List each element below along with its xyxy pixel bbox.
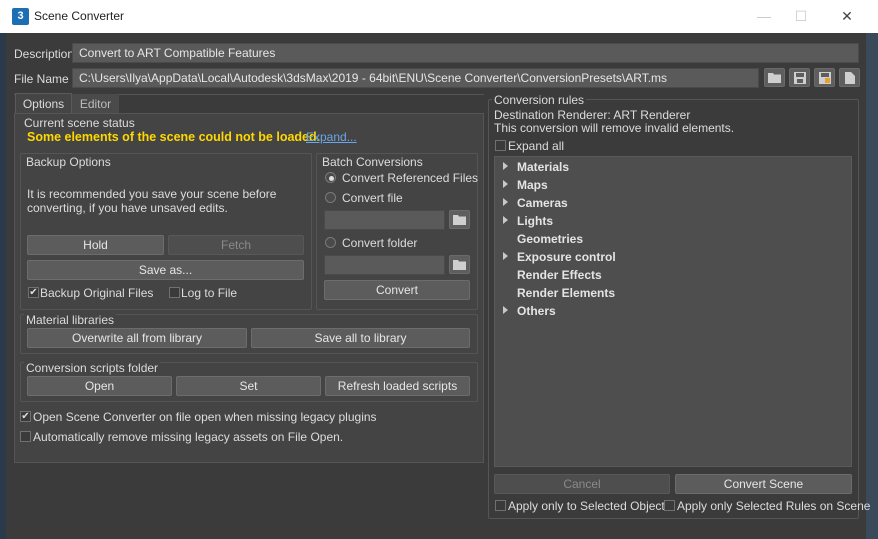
expand-link[interactable]: Expand... xyxy=(306,130,357,144)
material-libraries-label: Material libraries xyxy=(24,313,117,327)
backup-options-label: Backup Options xyxy=(24,155,113,169)
hold-button[interactable]: Hold xyxy=(27,235,164,255)
new-file-icon[interactable] xyxy=(839,68,860,87)
save-all-library-button[interactable]: Save all to library xyxy=(251,328,470,348)
backup-original-checkbox[interactable]: ✔ xyxy=(28,287,39,298)
expand-all-checkbox[interactable] xyxy=(495,140,506,151)
auto-remove-checkbox[interactable] xyxy=(20,431,31,442)
window-title: Scene Converter xyxy=(34,9,125,23)
file-name-field[interactable]: C:\Users\Ilya\AppData\Local\Autodesk\3ds… xyxy=(72,68,759,88)
expand-arrow-icon[interactable] xyxy=(503,216,508,224)
apply-selected-objects-label: Apply only to Selected Objects xyxy=(508,499,671,513)
rule-item-render-elements[interactable]: Render Elements xyxy=(517,286,615,300)
rule-item-render-effects[interactable]: Render Effects xyxy=(517,268,602,282)
convert-button[interactable]: Convert xyxy=(324,280,470,300)
browse-file-folder-icon[interactable] xyxy=(449,210,470,229)
save-as-icon[interactable] xyxy=(814,68,835,87)
tab-options[interactable]: Options xyxy=(15,93,72,113)
auto-remove-label: Automatically remove missing legacy asse… xyxy=(33,430,344,444)
save-as-button[interactable]: Save as... xyxy=(27,260,304,280)
apply-selected-objects-checkbox[interactable] xyxy=(495,500,506,511)
convert-folder-label: Convert folder xyxy=(342,236,418,250)
convert-referenced-label: Convert Referenced Files xyxy=(342,171,479,185)
open-on-missing-checkbox[interactable]: ✔ xyxy=(20,411,31,422)
expand-arrow-icon[interactable] xyxy=(503,162,508,170)
expand-arrow-icon[interactable] xyxy=(503,180,508,188)
convert-scene-button[interactable]: Convert Scene xyxy=(675,474,852,494)
backup-note-line1: It is recommended you save your scene be… xyxy=(27,187,277,201)
refresh-scripts-button[interactable]: Refresh loaded scripts xyxy=(325,376,470,396)
expand-arrow-icon[interactable] xyxy=(503,198,508,206)
description-label: Description xyxy=(14,47,75,61)
log-to-file-checkbox[interactable] xyxy=(169,287,180,298)
browse-folder-icon[interactable] xyxy=(449,255,470,274)
rule-item-exposure-control[interactable]: Exposure control xyxy=(517,250,616,264)
convert-folder-radio[interactable] xyxy=(325,237,336,248)
rule-item-materials[interactable]: Materials xyxy=(517,160,569,174)
set-scripts-button[interactable]: Set xyxy=(176,376,321,396)
fetch-button[interactable]: Fetch xyxy=(168,235,304,255)
convert-file-path-input[interactable] xyxy=(324,210,445,230)
backup-note-line2: converting, if you have unsaved edits. xyxy=(27,201,228,215)
rule-item-cameras[interactable]: Cameras xyxy=(517,196,568,210)
scene-status-label: Current scene status xyxy=(24,116,135,130)
open-on-missing-label: Open Scene Converter on file open when m… xyxy=(33,410,377,424)
description-field[interactable]: Convert to ART Compatible Features xyxy=(72,43,859,63)
backup-original-label: Backup Original Files xyxy=(40,286,154,300)
close-icon[interactable]: ✕ xyxy=(824,0,870,33)
scene-status-message: Some elements of the scene could not be … xyxy=(27,130,321,144)
expand-arrow-icon[interactable] xyxy=(503,252,508,260)
maximize-icon[interactable]: ☐ xyxy=(778,0,824,33)
convert-file-radio[interactable] xyxy=(325,192,336,203)
save-icon[interactable] xyxy=(789,68,810,87)
destination-renderer: Destination Renderer: ART Renderer xyxy=(494,108,691,122)
background-window-edge xyxy=(866,33,878,539)
rule-item-geometries[interactable]: Geometries xyxy=(517,232,583,246)
app-logo-icon: 3 xyxy=(12,8,29,25)
convert-referenced-radio[interactable] xyxy=(325,172,336,183)
open-folder-icon[interactable] xyxy=(764,68,785,87)
apply-selected-rules-checkbox[interactable] xyxy=(664,500,675,511)
cancel-button[interactable]: Cancel xyxy=(494,474,670,494)
scripts-folder-label: Conversion scripts folder xyxy=(24,361,161,375)
tab-editor[interactable]: Editor xyxy=(72,94,119,114)
open-scripts-button[interactable]: Open xyxy=(27,376,172,396)
log-to-file-label: Log to File xyxy=(181,286,238,300)
conversion-rules-label: Conversion rules xyxy=(492,93,587,107)
expand-all-label: Expand all xyxy=(508,139,565,153)
convert-file-label: Convert file xyxy=(342,191,403,205)
file-name-label: File Name xyxy=(14,72,69,86)
overwrite-all-button[interactable]: Overwrite all from library xyxy=(27,328,247,348)
background-window-edge xyxy=(0,33,6,539)
batch-conversions-label: Batch Conversions xyxy=(320,155,425,169)
convert-folder-path-input[interactable] xyxy=(324,255,445,275)
apply-selected-rules-label: Apply only Selected Rules on Scene xyxy=(677,499,871,513)
conversion-note: This conversion will remove invalid elem… xyxy=(494,121,735,135)
rule-item-others[interactable]: Others xyxy=(517,304,556,318)
expand-arrow-icon[interactable] xyxy=(503,306,508,314)
rule-item-lights[interactable]: Lights xyxy=(517,214,553,228)
rule-item-maps[interactable]: Maps xyxy=(517,178,548,192)
